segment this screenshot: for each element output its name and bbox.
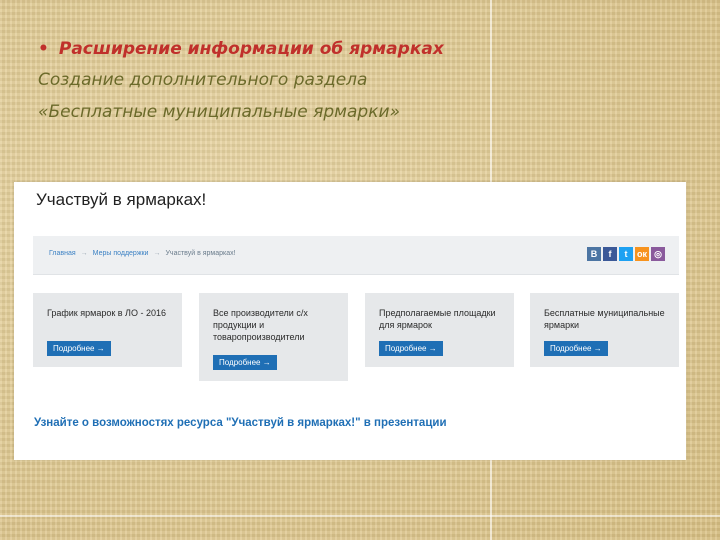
breadcrumb-current: Участвуй в ярмарках! [165, 250, 236, 257]
breadcrumb-support[interactable]: Меры поддержки [93, 250, 149, 257]
more-button[interactable]: Подробнее → [213, 355, 277, 370]
card-text: Предполагаемые площадки для ярмарок [379, 308, 496, 330]
odnoklassniki-icon[interactable]: ок [635, 247, 649, 261]
slide-heading: • Расширение информации об ярмарках [38, 34, 558, 64]
slide-subline-2: «Бесплатные муниципальные ярмарки» [38, 102, 401, 122]
card-free-fairs: Бесплатные муниципальные ярмарки Подробн… [530, 293, 679, 367]
breadcrumb-bar: Главная → Меры поддержки → Участвуй в ярмарк… [33, 236, 679, 275]
breadcrumb-separator: → [80, 250, 88, 257]
social-links: В f t ок ◎ [587, 247, 665, 261]
vk-icon[interactable]: В [587, 247, 601, 261]
website-screenshot: Участвуй в ярмарках! Главная → Меры поддер… [14, 182, 686, 460]
more-button[interactable]: Подробнее → [544, 341, 608, 356]
breadcrumb-separator: → [153, 250, 161, 257]
breadcrumb: Главная → Меры поддержки → Участвуй в ярмарк… [49, 250, 236, 257]
more-button[interactable]: Подробнее → [379, 341, 443, 356]
card-fair-schedule: График ярмарок в ЛО - 2016 Подробнее → [33, 293, 182, 367]
twitter-icon[interactable]: t [619, 247, 633, 261]
card-text: График ярмарок в ЛО - 2016 [47, 308, 166, 318]
facebook-icon[interactable]: f [603, 247, 617, 261]
bullet-icon: • [38, 39, 49, 59]
slide-subline-1: Создание дополнительного раздела [38, 70, 368, 90]
card-text: Бесплатные муниципальные ярмарки [544, 308, 665, 330]
site-title: Участвуй в ярмарках! [36, 190, 207, 209]
instagram-icon[interactable]: ◎ [651, 247, 665, 261]
more-button[interactable]: Подробнее → [47, 341, 111, 356]
card-producers: Все производители с/х продукции и товаро… [199, 293, 348, 381]
slide-heading-text: Расширение информации об ярмарках [58, 39, 444, 59]
presentation-link[interactable]: Узнайте о возможностях ресурса "Участвуй… [34, 417, 447, 429]
card-text: Все производители с/х продукции и товаро… [213, 308, 308, 342]
breadcrumb-home[interactable]: Главная [49, 250, 76, 257]
slide-text: • Расширение информации об ярмарках Созда… [38, 34, 558, 128]
background-line-horizontal [0, 515, 720, 517]
card-sites: Предполагаемые площадки для ярмарок Подр… [365, 293, 514, 367]
